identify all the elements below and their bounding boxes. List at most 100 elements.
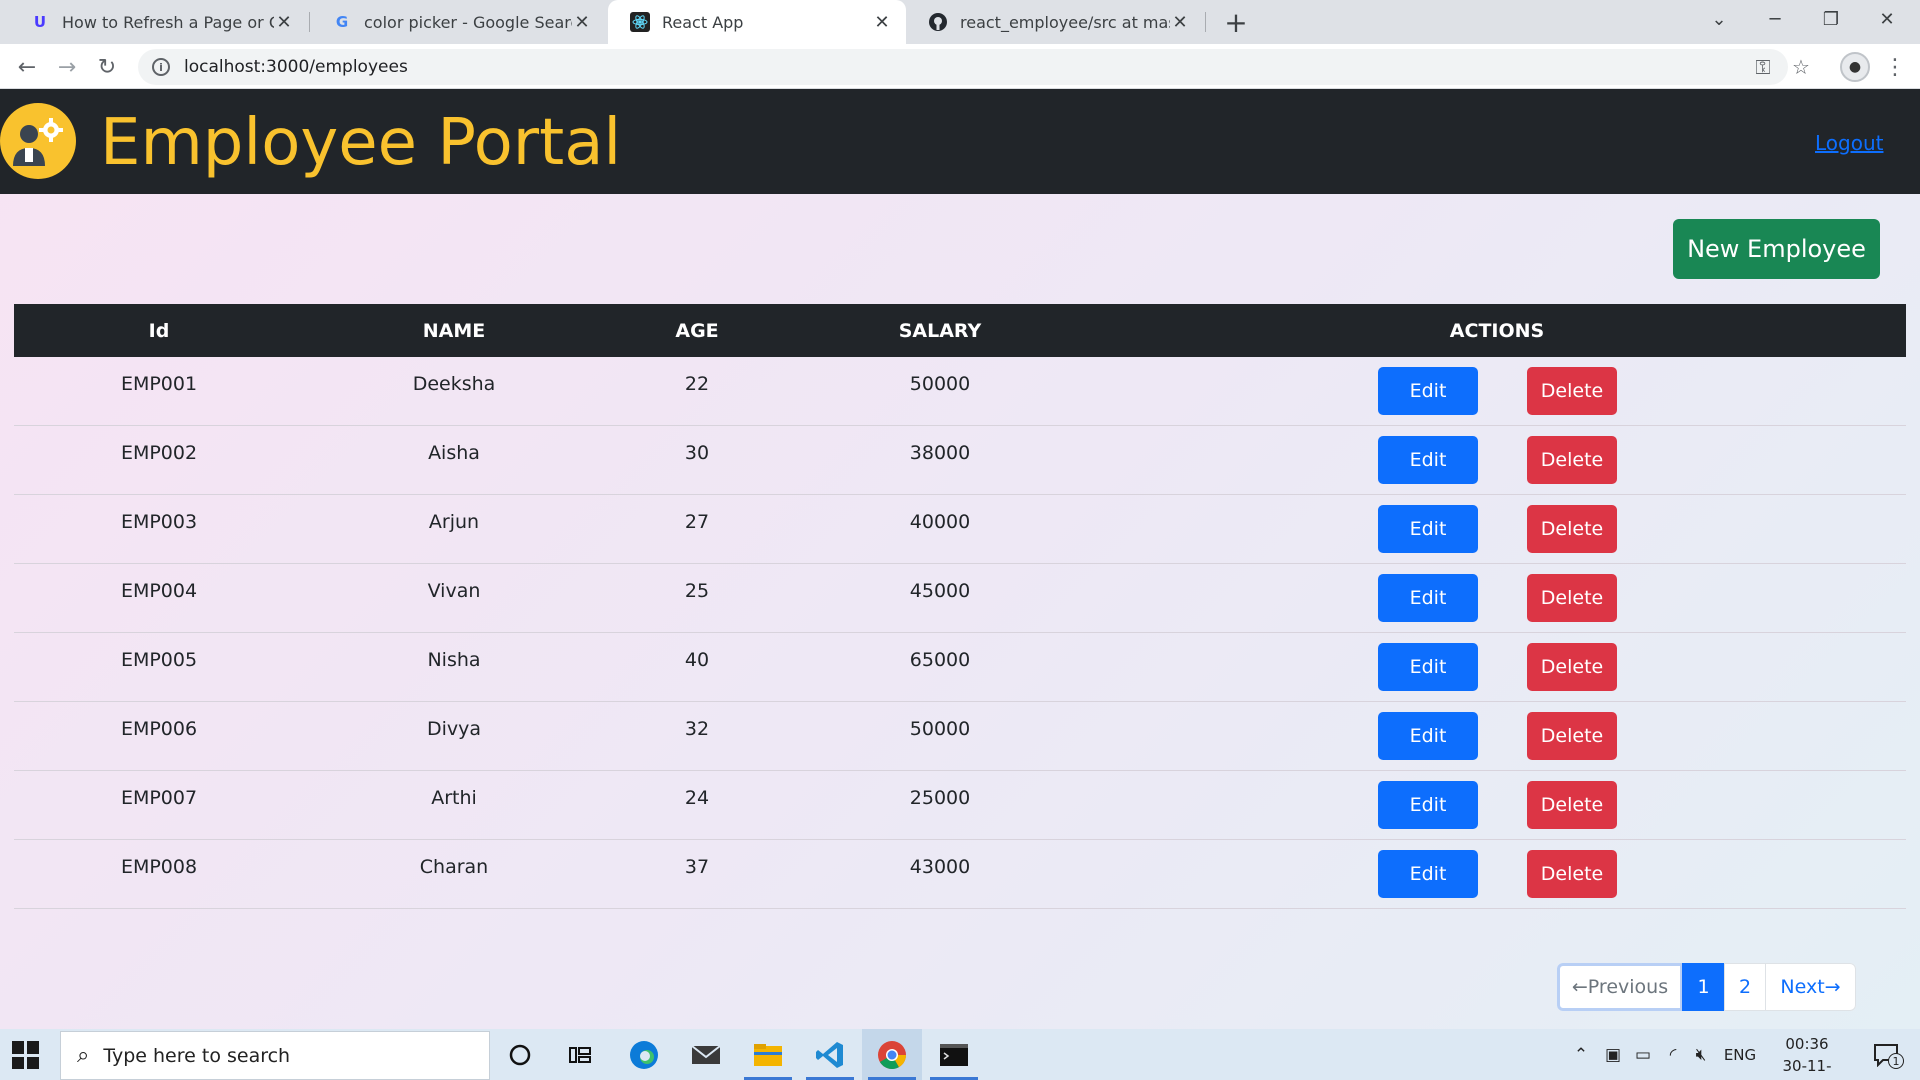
cell-id: EMP002: [120, 442, 198, 464]
table-row: EMP001 Deeksha 22 50000 Edit Delete: [14, 357, 1906, 426]
cell-age: 24: [684, 787, 710, 809]
close-tab-icon[interactable]: ✕: [274, 12, 294, 33]
table-row: EMP004 Vivan 25 45000 Edit Delete: [14, 564, 1906, 633]
windows-taskbar: ⌕ Type here to search ⌃ ▣ ▭ ◜ 🔇︎ ENG 00:…: [0, 1029, 1920, 1080]
close-window-icon[interactable]: ✕: [1859, 0, 1915, 38]
cell-salary: 65000: [909, 649, 971, 671]
edit-button[interactable]: Edit: [1378, 574, 1478, 622]
cell-salary: 43000: [909, 856, 971, 878]
edit-button[interactable]: Edit: [1378, 505, 1478, 553]
page-1-button[interactable]: 1: [1682, 963, 1725, 1011]
back-icon[interactable]: ←: [10, 50, 44, 84]
site-info-icon[interactable]: i: [152, 58, 170, 76]
table-row: EMP003 Arjun 27 40000 Edit Delete: [14, 495, 1906, 564]
new-employee-button[interactable]: New Employee: [1673, 219, 1880, 279]
edit-button[interactable]: Edit: [1378, 643, 1478, 691]
cell-salary: 38000: [909, 442, 971, 464]
windows-start-icon[interactable]: [12, 1041, 40, 1069]
cell-salary: 40000: [909, 511, 971, 533]
edit-button[interactable]: Edit: [1378, 781, 1478, 829]
delete-button[interactable]: Delete: [1527, 712, 1617, 760]
delete-button[interactable]: Delete: [1527, 643, 1617, 691]
tab-title: React App: [662, 12, 744, 32]
table-row: EMP008 Charan 37 43000 Edit Delete: [14, 840, 1906, 909]
star-icon[interactable]: ☆: [1788, 54, 1814, 80]
cell-id: EMP003: [120, 511, 198, 533]
github-icon: [928, 12, 948, 32]
previous-page-button[interactable]: ←Previous: [1557, 963, 1683, 1011]
meet-now-icon[interactable]: ▣: [1600, 1029, 1626, 1080]
close-tab-icon[interactable]: ✕: [872, 12, 892, 33]
task-view-icon[interactable]: [550, 1029, 610, 1080]
cell-age: 37: [684, 856, 710, 878]
restore-icon[interactable]: ❐: [1803, 0, 1859, 38]
delete-button[interactable]: Delete: [1527, 436, 1617, 484]
clock-time: 00:36: [1785, 1035, 1829, 1053]
cell-name: Arjun: [428, 511, 480, 533]
page-2-button[interactable]: 2: [1724, 963, 1766, 1011]
url-field[interactable]: i localhost:3000/employees: [138, 49, 1788, 85]
new-tab-icon[interactable]: +: [1220, 6, 1252, 39]
employee-logo-icon: [0, 103, 76, 179]
volume-muted-icon[interactable]: 🔇︎: [1688, 1029, 1714, 1080]
table-body: EMP001 Deeksha 22 50000 Edit Delete EMP002 Aish…: [14, 357, 1906, 909]
key-icon[interactable]: ⚿: [1750, 54, 1776, 80]
mail-icon[interactable]: [676, 1029, 736, 1080]
file-explorer-icon[interactable]: [738, 1029, 798, 1080]
edit-button[interactable]: Edit: [1378, 712, 1478, 760]
cell-id: EMP006: [120, 718, 198, 740]
edit-button[interactable]: Edit: [1378, 436, 1478, 484]
reload-icon[interactable]: ↻: [90, 50, 124, 84]
cell-name: Nisha: [427, 649, 481, 671]
minimize-icon[interactable]: ─: [1747, 0, 1803, 38]
logout-link[interactable]: Logout: [1815, 131, 1883, 155]
edit-button[interactable]: Edit: [1378, 367, 1478, 415]
chrome-icon[interactable]: [862, 1029, 922, 1080]
profile-avatar-icon[interactable]: ●: [1840, 52, 1870, 82]
delete-button[interactable]: Delete: [1527, 505, 1617, 553]
delete-button[interactable]: Delete: [1527, 781, 1617, 829]
show-hidden-icons[interactable]: ⌃: [1568, 1029, 1594, 1080]
cell-age: 25: [684, 580, 710, 602]
u-logo-icon: U: [33, 13, 47, 31]
cell-age: 27: [684, 511, 710, 533]
search-placeholder: Type here to search: [103, 1044, 291, 1067]
tab-title: color picker - Google Search: [364, 12, 572, 32]
cell-name: Arthi: [431, 787, 477, 809]
clock[interactable]: 00:36 30-11-2021: [1764, 1033, 1850, 1080]
delete-button[interactable]: Delete: [1527, 850, 1617, 898]
cell-age: 32: [684, 718, 710, 740]
column-header-actions: ACTIONS: [1449, 319, 1545, 342]
delete-button[interactable]: Delete: [1527, 367, 1617, 415]
column-header-name: NAME: [422, 319, 486, 342]
browser-tab[interactable]: react_employee/src at master · D ✕: [906, 0, 1204, 44]
tab-search-icon[interactable]: ⌄: [1691, 0, 1747, 38]
wifi-icon[interactable]: ◜: [1660, 1029, 1686, 1080]
taskbar-search-field[interactable]: ⌕ Type here to search: [60, 1031, 490, 1080]
close-tab-icon[interactable]: ✕: [1170, 12, 1190, 33]
cell-id: EMP008: [120, 856, 198, 878]
next-page-button[interactable]: Next→: [1765, 963, 1856, 1011]
url-text: localhost:3000/employees: [184, 57, 408, 77]
menu-kebab-icon[interactable]: ⋮: [1880, 52, 1910, 82]
cell-age: 22: [684, 373, 710, 395]
language-indicator[interactable]: ENG: [1720, 1029, 1760, 1080]
edit-button[interactable]: Edit: [1378, 850, 1478, 898]
cortana-icon[interactable]: [490, 1029, 550, 1080]
delete-button[interactable]: Delete: [1527, 574, 1617, 622]
browser-tab[interactable]: G color picker - Google Search ✕: [310, 0, 606, 44]
notifications-icon[interactable]: 1: [1866, 1029, 1906, 1080]
employee-table: Id NAME AGE SALARY ACTIONS EMP001 Deeksha…: [14, 304, 1906, 909]
page-body: Employee Portal Logout New Employee Id N…: [0, 89, 1920, 1029]
forward-icon[interactable]: →: [50, 50, 84, 84]
app-title: Employee Portal: [100, 106, 622, 180]
terminal-icon[interactable]: [924, 1029, 984, 1080]
browser-tab[interactable]: U How to Refresh a Page or Compo ✕: [8, 0, 308, 44]
vscode-icon[interactable]: [800, 1029, 860, 1080]
browser-tab-active[interactable]: React App ✕: [608, 0, 906, 44]
tab-title: How to Refresh a Page or Compo: [62, 12, 274, 32]
edge-icon[interactable]: [614, 1029, 674, 1080]
battery-icon[interactable]: ▭: [1630, 1029, 1656, 1080]
close-tab-icon[interactable]: ✕: [572, 12, 592, 33]
cell-name: Vivan: [427, 580, 481, 602]
